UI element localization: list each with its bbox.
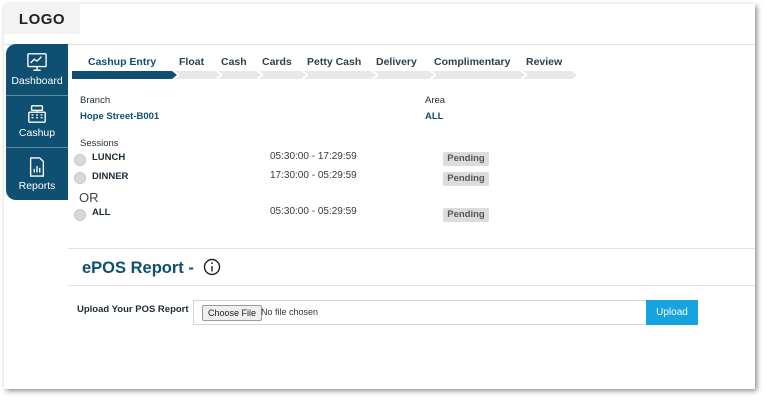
sidebar-item-reports[interactable]: Reports — [6, 148, 68, 200]
sidebar: Dashboard Cashup Reports — [6, 44, 68, 200]
header-divider — [4, 44, 755, 45]
branch-value: Hope Street-B001 — [80, 111, 160, 122]
or-separator: OR — [79, 190, 99, 205]
session-radio-dinner[interactable] — [74, 172, 86, 184]
session-name: LUNCH — [92, 152, 126, 163]
session-radio-lunch[interactable] — [74, 154, 86, 166]
no-file-text: No file chosen — [261, 307, 319, 317]
sidebar-item-label: Reports — [18, 179, 56, 192]
status-badge: Pending — [443, 172, 489, 186]
step-tabs: Cashup Entry Float Cash Cards Petty Cash… — [72, 52, 582, 82]
session-time: 17:30:00 - 05:29:59 — [270, 170, 357, 181]
session-time: 05:30:00 - 17:29:59 — [270, 151, 357, 162]
upload-button[interactable]: Upload — [646, 300, 698, 325]
report-icon — [29, 156, 45, 177]
logo-text: LOGO — [18, 10, 66, 28]
session-radio-all[interactable] — [74, 209, 86, 221]
area-label: Area — [425, 95, 446, 106]
tab-cards[interactable]: Cards — [262, 56, 292, 68]
tab-review[interactable]: Review — [526, 56, 562, 68]
sidebar-item-label: Dashboard — [11, 75, 63, 87]
epos-report-title: ePOS Report - — [82, 259, 194, 277]
status-badge: Pending — [443, 208, 489, 222]
upload-label: Upload Your POS Report — [77, 304, 189, 315]
dashboard-icon — [27, 53, 47, 71]
info-icon[interactable] — [203, 258, 221, 276]
tab-petty-cash[interactable]: Petty Cash — [307, 56, 361, 68]
tab-delivery[interactable]: Delivery — [376, 56, 417, 68]
session-name: DINNER — [92, 171, 129, 182]
app-frame: LOGO Dashboard Cashup Reports Cashup Ent… — [4, 4, 755, 389]
sidebar-item-cashup[interactable]: Cashup — [6, 96, 68, 148]
sidebar-item-label: Cashup — [18, 127, 56, 139]
session-time: 05:30:00 - 05:29:59 — [270, 206, 357, 217]
tab-cash[interactable]: Cash — [221, 56, 247, 68]
tab-float[interactable]: Float — [179, 56, 204, 68]
sidebar-item-dashboard[interactable]: Dashboard — [6, 44, 68, 96]
session-name: ALL — [92, 207, 111, 218]
choose-file-button[interactable]: Choose File — [202, 305, 263, 321]
section-divider — [68, 285, 755, 286]
file-input[interactable]: Choose File No file chosen — [193, 300, 646, 325]
tab-complimentary[interactable]: Complimentary — [434, 56, 510, 68]
area-value: ALL — [425, 111, 444, 122]
tab-cashup-entry[interactable]: Cashup Entry — [88, 56, 156, 68]
progress-track — [72, 71, 577, 79]
section-divider — [68, 248, 755, 249]
status-badge: Pending — [443, 152, 489, 166]
cash-register-icon — [28, 105, 46, 123]
logo: LOGO — [4, 4, 80, 34]
sessions-label: Sessions — [80, 138, 119, 149]
branch-label: Branch — [80, 95, 111, 106]
